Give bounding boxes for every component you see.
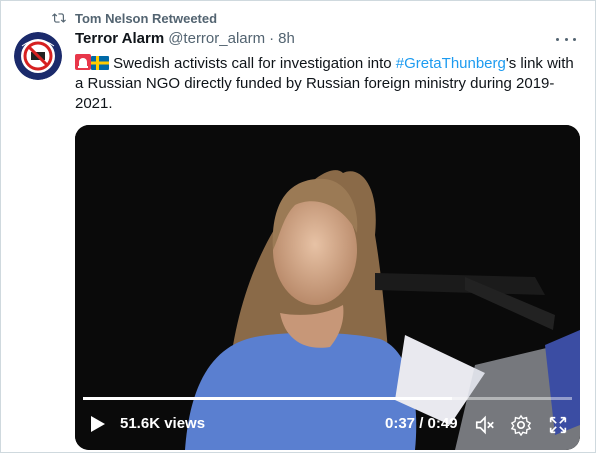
sweden-flag-icon <box>91 56 109 70</box>
retweet-icon <box>52 13 66 23</box>
tweet-text: Swedish activists call for investigation… <box>75 54 575 114</box>
tweet-timestamp[interactable]: 8h <box>278 30 295 47</box>
progress-fill <box>83 397 453 400</box>
tweet-header: Terror Alarm @terror_alarm · 8h <box>75 30 295 47</box>
author-name[interactable]: Terror Alarm <box>75 30 164 47</box>
fullscreen-icon[interactable] <box>547 414 569 436</box>
more-dot <box>573 37 576 41</box>
view-count: 51.6K views <box>120 415 206 432</box>
retweet-context[interactable]: Tom Nelson Retweeted <box>52 9 217 27</box>
retweet-label: Tom Nelson Retweeted <box>75 10 218 26</box>
time-readout: 0:37 / 0:49 <box>385 415 458 432</box>
more-options-icon[interactable] <box>556 32 576 46</box>
mute-icon[interactable] <box>474 414 496 436</box>
alarm-light-icon <box>75 54 91 70</box>
author-handle[interactable]: @terror_alarm <box>168 30 265 47</box>
video-player[interactable]: 51.6K views 0:37 / 0:49 <box>75 125 580 450</box>
tweet-text-part1: Swedish activists call for investigation… <box>109 55 396 72</box>
more-dot <box>556 37 559 41</box>
play-icon[interactable] <box>91 416 105 432</box>
hashtag-link[interactable]: #GretaThunberg <box>396 55 506 72</box>
more-dot <box>564 37 568 41</box>
avatar[interactable] <box>14 32 62 80</box>
terror-alarm-logo <box>14 32 62 80</box>
separator-dot: · <box>269 30 275 47</box>
video-controls: 51.6K views 0:37 / 0:49 <box>75 410 580 440</box>
progress-track[interactable] <box>83 397 572 400</box>
video-frame <box>75 125 580 450</box>
settings-icon[interactable] <box>510 414 532 436</box>
